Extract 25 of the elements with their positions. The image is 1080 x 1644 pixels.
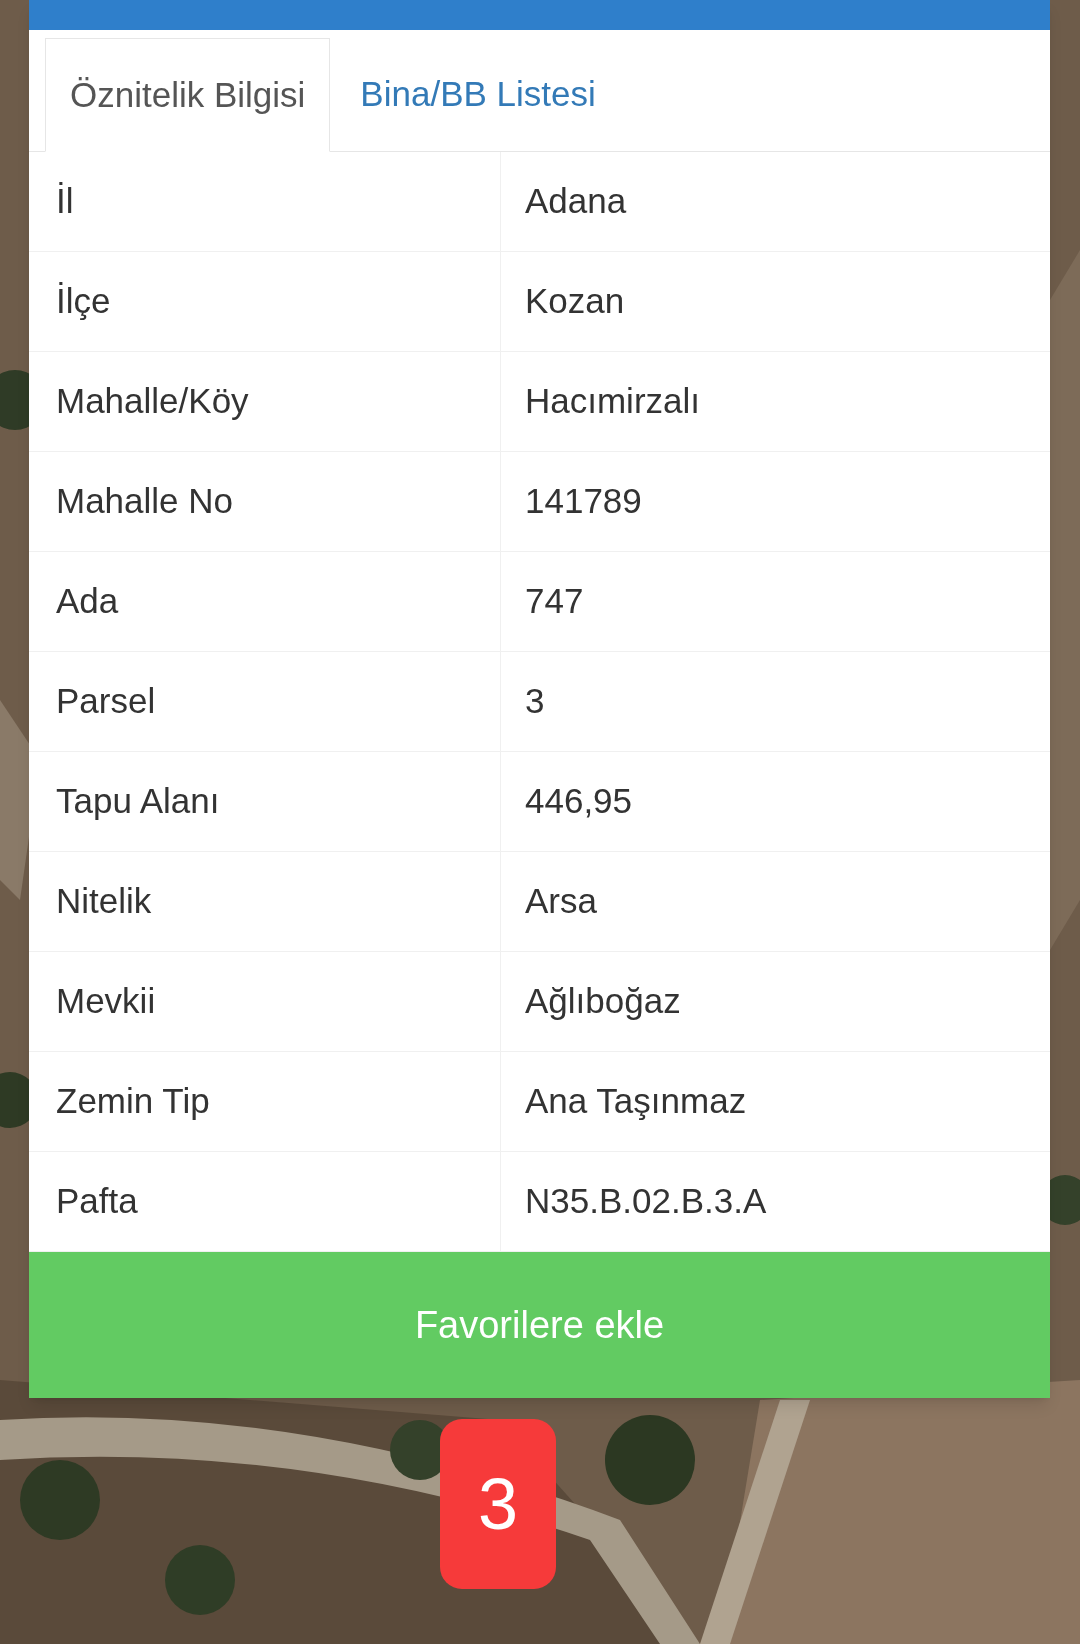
field-value: 141789 (524, 480, 643, 523)
field-value: N35.B.02.B.3.A (524, 1180, 768, 1223)
field-value: Kozan (524, 280, 626, 323)
field-value: 747 (524, 580, 585, 623)
field-value: Arsa (524, 880, 598, 923)
field-label: Ada (29, 552, 501, 651)
field-value: Adana (524, 180, 628, 223)
field-value: 446,95 (524, 780, 634, 823)
field-value: Hacımirzalı (524, 380, 702, 423)
field-value: 3 (524, 680, 546, 723)
field-value: Ağlıboğaz (524, 980, 682, 1023)
field-label: İlçe (29, 252, 501, 351)
tab[interactable]: Öznitelik Bilgisi (45, 38, 331, 152)
field-label: Mahalle No (29, 452, 501, 551)
map-marker: 3 (440, 1419, 556, 1589)
field-value: Ana Taşınmaz (524, 1080, 748, 1123)
field-label: Pafta (29, 1152, 501, 1251)
field-label: İl (29, 152, 501, 251)
tab[interactable]: Bina/BB Listesi (330, 38, 626, 151)
field-label: Tapu Alanı (29, 752, 501, 851)
field-label: Nitelik (29, 852, 501, 951)
field-label: Zemin Tip (29, 1052, 501, 1151)
field-label: Parsel (29, 652, 501, 751)
field-label: Mahalle/Köy (29, 352, 501, 451)
field-label: Mevkii (29, 952, 501, 1051)
